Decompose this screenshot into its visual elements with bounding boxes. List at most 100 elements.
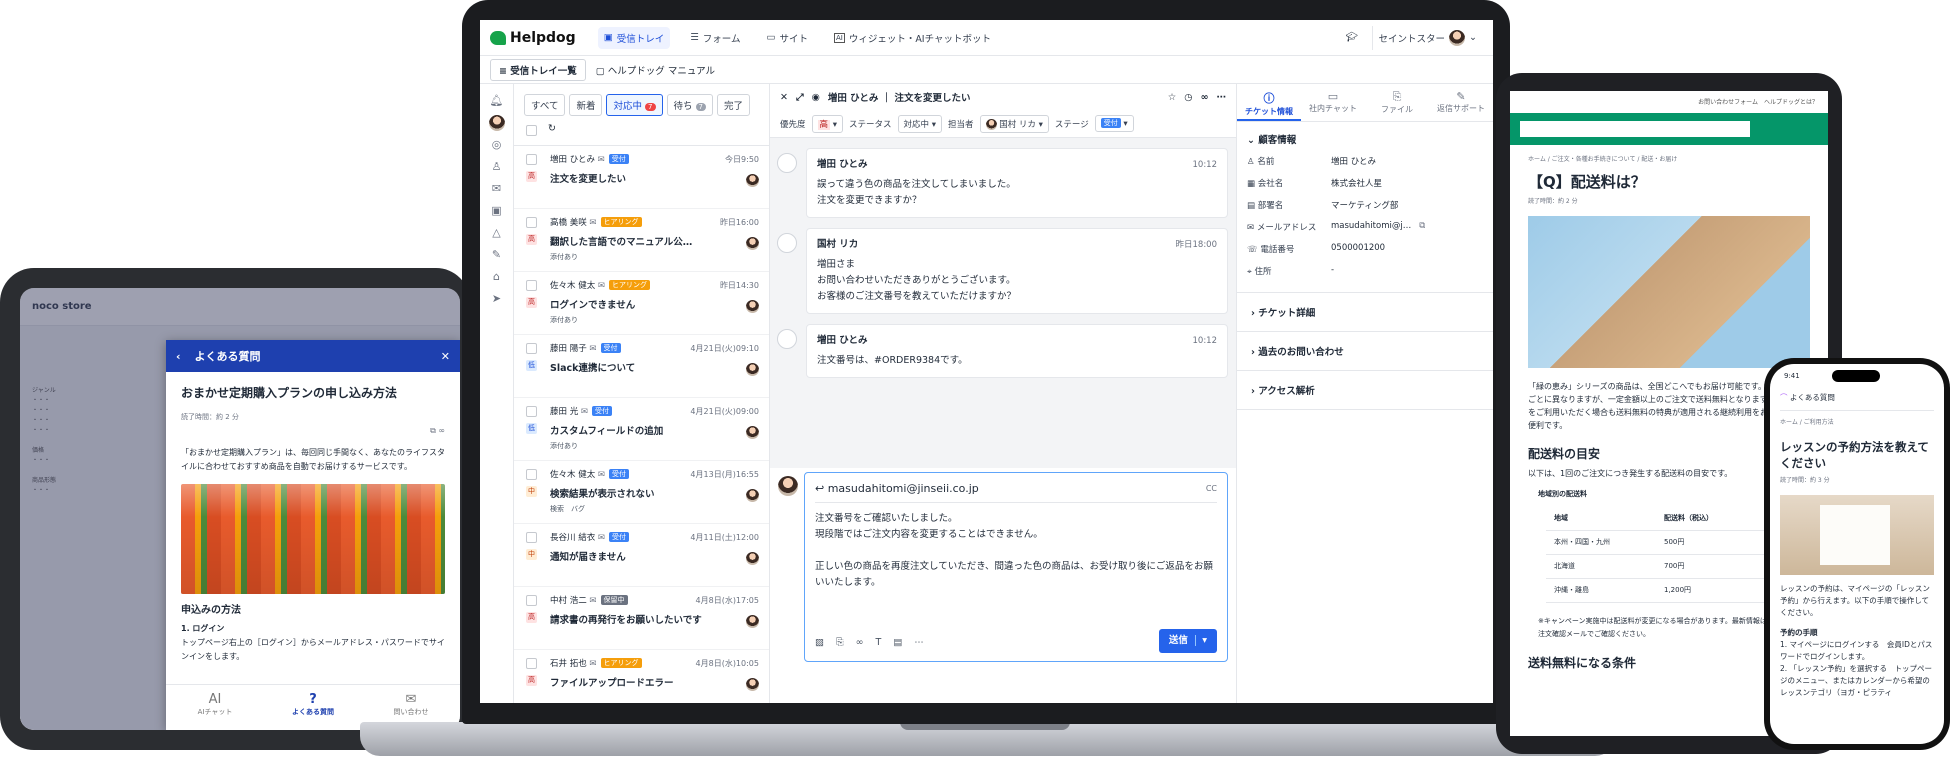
footer-faq[interactable]: ? よくある質問 [264,685,362,730]
ticket-checkbox[interactable] [526,469,537,480]
inbox-list-button[interactable]: ≡ 受信トレイ一覧 [490,58,586,81]
ticket-row[interactable]: 低 藤田 陽子 ✉ 受付 4月21日(火)09:10 Slack連携について [514,335,769,398]
text-format-icon[interactable]: T [876,635,882,651]
graduation-cap-icon[interactable]: 🎓︎ [1345,32,1357,43]
clock-icon[interactable]: ◷ [1184,92,1192,103]
bot-icon[interactable]: ▣ [480,200,513,222]
ticket-checkbox[interactable] [526,217,537,228]
tab-files[interactable]: ⎘ ファイル [1365,84,1429,121]
ticket-checkbox[interactable] [526,154,537,165]
help-top-links[interactable]: お問い合わせフォーム ヘルプドッグとは？ [1510,91,1828,113]
ticket-detail: ✕ ⤢ ◉ 増田 ひとみ ｜ 注文を変更したい ☆ ◷ ∞ ⋯ 優先度 高 ▾ … [770,84,1237,703]
tab-new[interactable]: 新着 [569,94,603,116]
logo-heart-icon [490,30,506,45]
accordion-ticket-details[interactable]: › チケット詳細 [1237,292,1493,331]
close-icon[interactable]: ✕ [780,92,788,103]
ticket-row[interactable]: 高 佐々木 健太 ✉ ヒアリング 昨日14:30 ログインできません 添付あり [514,272,769,335]
cc-toggle[interactable]: CC [1206,481,1217,497]
ticket-time: 4月8日(水)17:05 [695,596,759,605]
sidebar-tabs: ⓘ チケット情報 ▭ 社内チャット ⎘ ファイル ✎ 返信サポート [1237,84,1493,122]
priority-select[interactable]: 高 ▾ [811,114,843,133]
chevron-down-icon[interactable]: ▾ [1195,635,1207,646]
nav-site[interactable]: ▭ サイト [760,27,814,49]
back-icon[interactable]: ‹ [176,350,181,363]
ticket-row[interactable]: 高 石井 拓也 ✉ ヒアリング 4月8日(水)10:05 ファイルアップロードエラー [514,650,769,703]
tab-waiting-label: 待ち [673,101,693,112]
faq-share-icons[interactable]: ⧉ ∞ [181,424,445,438]
customer-section-header[interactable]: ⌄ 顧客情報 [1237,122,1493,150]
assignee-select[interactable]: 国村 リカ ▾ [979,114,1049,133]
priority-label: 優先度 [780,119,806,130]
link-icon[interactable]: ∞ [856,635,864,651]
message-1: 増田 ひとみ 10:12 誤って違う色の商品を注文してしまいました。 注文を変更できま… [777,148,1228,218]
ticket-checkbox[interactable] [526,406,537,417]
breadcrumb[interactable]: ホーム / ご注文・各種お手続きについて / 配送・お届け [1528,153,1810,166]
attach-icon[interactable]: ⎘ [836,635,844,651]
table-header: 配送料（税込） [1656,507,1766,531]
status-select[interactable]: 対応中 ▾ [897,114,942,133]
assignee-avatar [746,678,759,691]
image-icon[interactable]: ▨ [815,635,824,651]
copy-icon[interactable]: ⧉ [1419,221,1425,233]
compass-icon[interactable]: ◎ [480,134,513,156]
ticket-checkbox[interactable] [526,658,537,669]
tag-icon[interactable]: ⌂ [480,266,513,288]
org-switcher[interactable]: セイントスター ⌄ [1371,25,1483,50]
phone-breadcrumb[interactable]: ホーム / ご利用方法 [1780,417,1934,429]
ticket-checkbox[interactable] [526,343,537,354]
manual-link[interactable]: ▢ ヘルプドッグ マニュアル [596,63,715,77]
building-icon: ▦ [1247,179,1258,189]
refresh-icon[interactable]: ↻ [548,123,556,134]
ticket-row[interactable]: 高 中村 浩二 ✉ 保留中 4月8日(水)17:05 請求書の再発行をお願いしたいです [514,587,769,650]
person-icon[interactable]: ♙ [480,156,513,178]
template-icon[interactable]: ▤ [893,635,902,651]
tab-waiting[interactable]: 待ち 7 [666,94,714,116]
ticket-row[interactable]: 低 藤田 光 ✉ 受付 4月21日(火)09:00 カスタムフィールドの追加 添付あり [514,398,769,461]
field-label: 住所 [1254,267,1272,277]
ticket-checkbox[interactable] [526,532,537,543]
rail-avatar[interactable] [480,112,513,134]
send-button[interactable]: 送信 ▾ [1158,629,1217,653]
mail-icon[interactable]: ✉ [480,178,513,200]
ticket-checkbox[interactable] [526,280,537,291]
ticket-row[interactable]: 中 長谷川 結衣 ✉ 受付 4月11日(土)12:00 通知が届きません [514,524,769,587]
shipping-table: 地域 配送料（税込） 本州・四国・九州 500円 北海道 700円 沖縄・離島 1,20… [1546,507,1766,603]
tab-in-progress[interactable]: 対応中 7 [606,94,663,116]
ticket-row[interactable]: 高 高橋 美咲 ✉ ヒアリング 昨日16:00 翻訳した言語でのマニュアル公… 添付あり [514,209,769,272]
tab-internal-chat[interactable]: ▭ 社内チャット [1301,84,1365,121]
tab-ticket-info[interactable]: ⓘ チケット情報 [1237,84,1301,121]
reply-editor[interactable]: ↩ masudahitomi@jinseii.co.jp CC 注文番号をご確認い… [804,472,1228,662]
select-all-checkbox[interactable] [526,125,537,136]
message-3: 増田 ひとみ 10:12 注文番号は、#ORDER9384です。 [777,324,1228,378]
nav-widget[interactable]: AI ウィジェット・AIチャットボット [828,27,997,49]
nav-inbox-label: 受信トレイ [616,33,665,45]
bell-icon[interactable]: 🔔︎ [480,90,513,112]
customer-field: ▦ 会社名 株式会社人星 [1237,172,1493,194]
nav-forms[interactable]: ☰ フォーム [684,27,746,49]
warning-icon[interactable]: △ [480,222,513,244]
tab-reply-support[interactable]: ✎ 返信サポート [1429,84,1493,121]
tab-reply-support-label: 返信サポート [1437,104,1485,113]
footer-ai-chat[interactable]: AI AIチャット [166,685,264,730]
ticket-checkbox[interactable] [526,595,537,606]
star-icon[interactable]: ☆ [1168,92,1177,103]
link-icon[interactable]: ∞ [1201,92,1209,103]
helpdog-logo[interactable]: Helpdog [490,30,576,46]
reply-recipient[interactable]: ↩ masudahitomi@jinseii.co.jp CC [815,481,1217,503]
expand-icon[interactable]: ⤢ [796,92,804,103]
more-icon[interactable]: ⋯ [1217,92,1227,103]
ticket-row[interactable]: 高 増田 ひとみ ✉ 受付 今日9:50 注文を変更したい [514,146,769,209]
ticket-tags: 検索 バグ [550,505,585,513]
accordion-access-analytics[interactable]: › アクセス解析 [1237,370,1493,410]
tab-all[interactable]: すべて [524,94,566,116]
accordion-past-inquiries[interactable]: › 過去のお問い合わせ [1237,331,1493,370]
send-icon[interactable]: ➤ [480,288,513,310]
nav-inbox[interactable]: ▣ 受信トレイ [597,26,671,49]
stage-select[interactable]: 受付 ▾ [1094,115,1134,132]
help-search-input[interactable] [1520,121,1750,137]
close-icon[interactable]: ✕ [441,350,450,363]
tab-done[interactable]: 完了 [717,94,751,116]
more-icon[interactable]: ⋯ [914,635,924,651]
ticket-row[interactable]: 中 佐々木 健太 ✉ 受付 4月13日(月)16:55 検索結果が表示されない 検索 バグ [514,461,769,524]
pen-icon[interactable]: ✎ [480,244,513,266]
